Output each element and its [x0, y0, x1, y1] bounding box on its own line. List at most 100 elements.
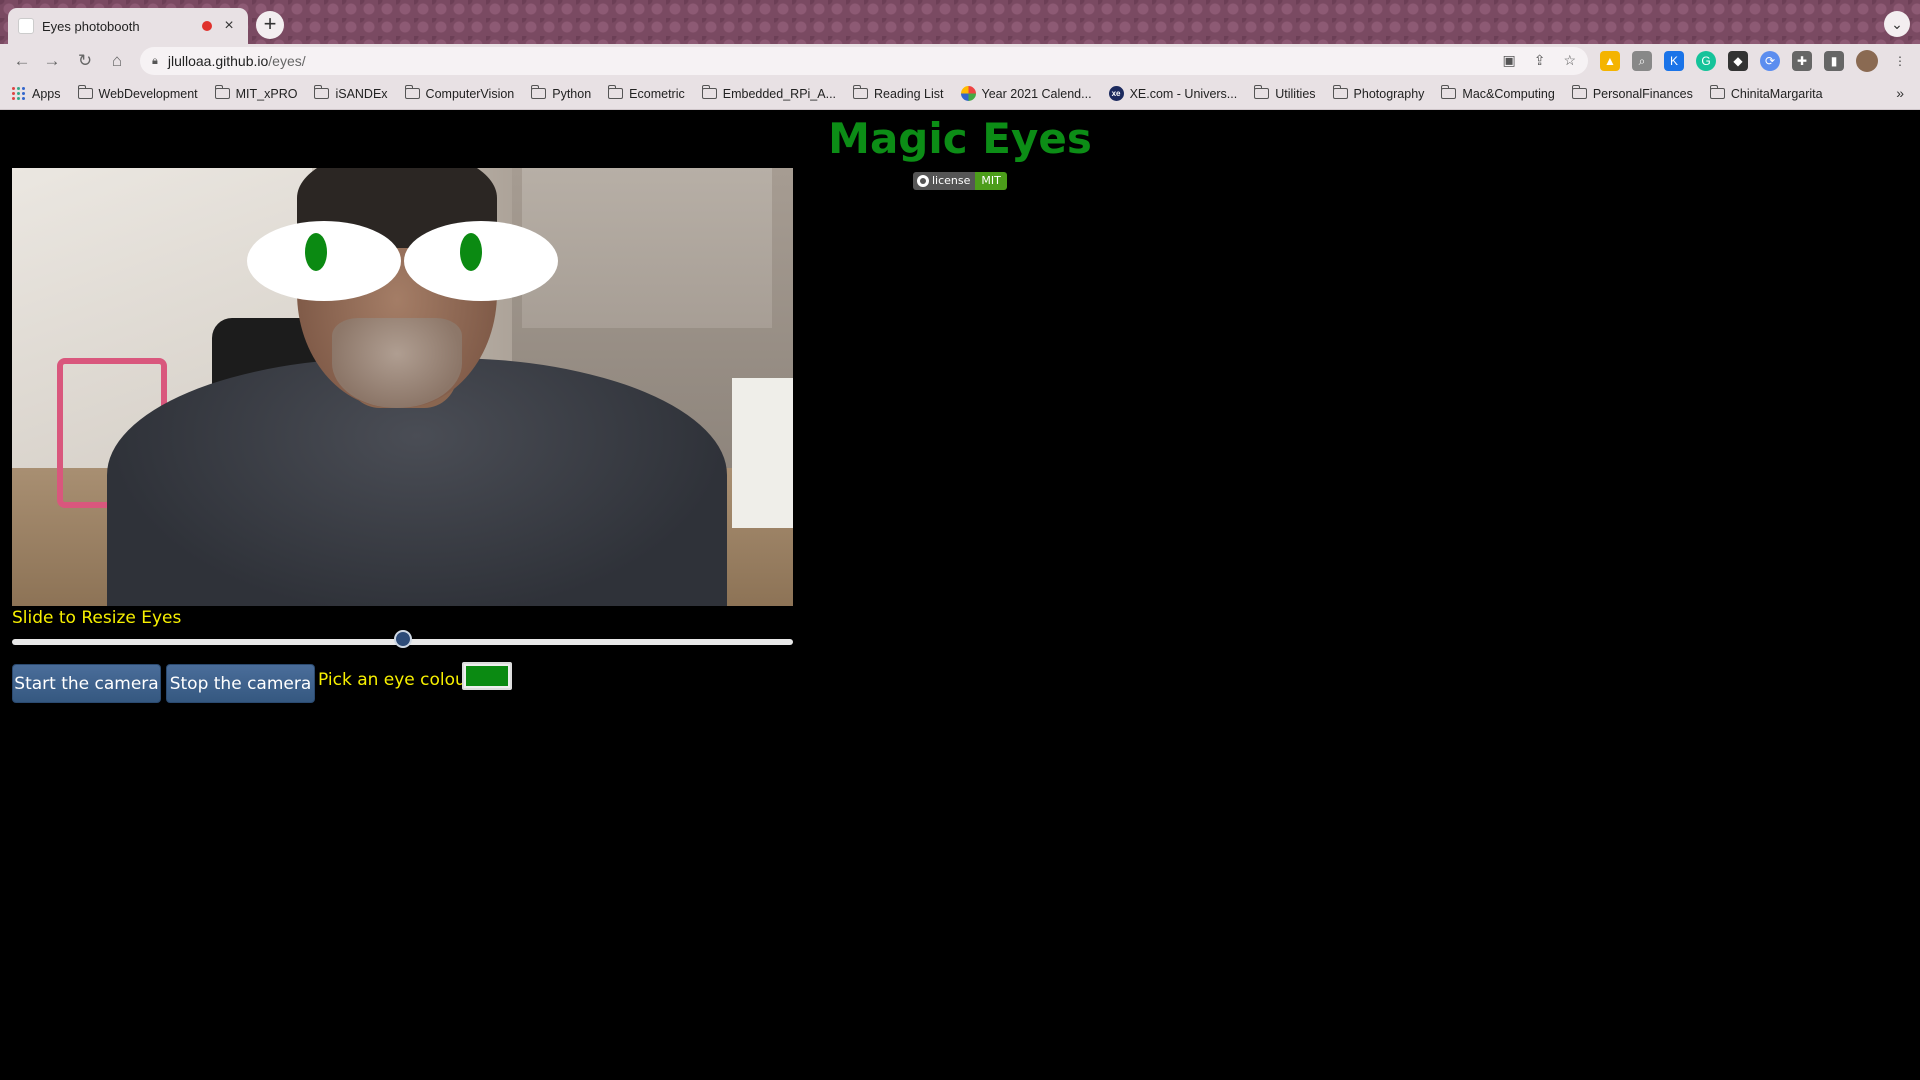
camera-icon[interactable]: ▣ — [1502, 52, 1515, 69]
folder-icon — [1332, 85, 1348, 99]
page-content: Magic Eyes license MIT Slide to Resize E… — [0, 111, 1920, 1080]
bookmark-item[interactable]: Utilities — [1254, 85, 1316, 101]
puzzle-icon[interactable]: ✚ — [1792, 51, 1812, 71]
right-pupil — [460, 233, 482, 271]
grammarly-icon[interactable]: G — [1696, 51, 1716, 71]
bookmark-label: ComputerVision — [425, 86, 515, 101]
camera-feed — [12, 168, 793, 606]
reload-button[interactable]: ↻ — [73, 49, 97, 73]
slider-label: Slide to Resize Eyes — [12, 608, 182, 628]
bookmark-label: Python — [552, 86, 592, 101]
bookmark-item[interactable]: WebDevelopment — [77, 85, 198, 101]
sidepanel-icon[interactable]: ▮ — [1824, 51, 1844, 71]
bookmark-item[interactable]: Reading List — [853, 85, 944, 101]
bookmark-item[interactable]: iSANDEx — [314, 85, 388, 101]
bookmark-item[interactable]: xe XE.com - Univers... — [1108, 86, 1237, 101]
zoom-icon[interactable]: ⌕ — [1632, 51, 1652, 71]
cube-icon[interactable]: ◆ — [1728, 51, 1748, 71]
bookmark-label: Apps — [32, 86, 61, 101]
left-pupil — [305, 233, 327, 271]
bookmark-label: Embedded_RPi_A... — [722, 86, 837, 101]
bookmark-item[interactable]: ChinitaMargarita — [1709, 85, 1823, 101]
k-icon[interactable]: K — [1664, 51, 1684, 71]
person-beard — [332, 318, 462, 408]
calendar-site-icon — [960, 86, 976, 101]
bookmark-item[interactable]: ComputerVision — [404, 85, 515, 101]
bookmark-item[interactable]: Embedded_RPi_A... — [701, 85, 837, 101]
bookmark-item[interactable]: Mac&Computing — [1441, 85, 1555, 101]
star-icon[interactable]: ☆ — [1563, 52, 1576, 69]
folder-icon — [1254, 85, 1270, 99]
eye-colour-picker[interactable] — [462, 662, 512, 690]
eye-colour-swatch — [466, 666, 508, 686]
menu-icon[interactable]: ⋮ — [1890, 51, 1910, 71]
xe-site-icon: xe — [1108, 86, 1124, 101]
tab-title: Eyes photobooth — [42, 18, 140, 34]
bookmark-label: Utilities — [1275, 86, 1316, 101]
folder-icon — [314, 85, 330, 99]
eye-size-slider-thumb[interactable] — [393, 630, 412, 648]
bookmark-label: iSANDEx — [335, 86, 388, 101]
browser-toolbar: ← → ↻ ⌂ 🔒︎ jlulloaa.github.io/eyes/ ▣ ⇪ … — [0, 44, 1920, 78]
tab-strip: Eyes photobooth × + ⌄ — [0, 0, 1920, 44]
bookmarks-bar: Apps WebDevelopment MIT_xPRO iSANDEx Compute… — [0, 78, 1920, 110]
bookmark-label: Ecometric — [629, 86, 685, 101]
close-tab-icon[interactable]: × — [220, 17, 238, 35]
bookmark-label: Mac&Computing — [1462, 86, 1555, 101]
folder-icon — [701, 85, 717, 99]
page-favicon-icon — [18, 18, 34, 34]
page-title: Magic Eyes — [828, 114, 1092, 163]
folder-icon — [404, 85, 420, 99]
folder-icon — [531, 85, 547, 99]
license-badge[interactable]: license MIT — [913, 172, 1007, 190]
url-path: /eyes/ — [268, 53, 306, 69]
bookmark-label: WebDevelopment — [98, 86, 198, 101]
home-button[interactable]: ⌂ — [105, 49, 129, 73]
folder-icon — [1709, 85, 1725, 99]
start-camera-button[interactable]: Start the camera — [12, 664, 161, 703]
url-host: jlulloaa.github.io — [167, 53, 269, 69]
bookmark-item[interactable]: Python — [531, 85, 592, 101]
lock-icon: 🔒︎ — [152, 54, 158, 67]
bookmark-item[interactable]: Ecometric — [608, 85, 685, 101]
bookmark-item[interactable]: Year 2021 Calend... — [960, 86, 1092, 101]
apps-icon — [12, 86, 26, 101]
google-drive-icon[interactable]: ▲ — [1600, 51, 1620, 71]
bookmarks-overflow-icon[interactable]: » — [1896, 85, 1904, 101]
scene-shelf — [732, 378, 793, 528]
extensions-bar: ▲ ⌕ K G ◆ ⟳ ✚ ▮ ⋮ — [1600, 50, 1910, 72]
bookmark-label: PersonalFinances — [1592, 86, 1693, 101]
bookmark-label: Photography — [1353, 86, 1425, 101]
bookmark-item[interactable]: Apps — [12, 86, 61, 101]
share-icon[interactable]: ⇪ — [1534, 52, 1546, 69]
tab-search-button[interactable]: ⌄ — [1884, 11, 1910, 37]
sync-icon[interactable]: ⟳ — [1760, 51, 1780, 71]
folder-icon — [608, 85, 624, 99]
scene-window-blind — [522, 168, 772, 328]
tab-eyes-photobooth[interactable]: Eyes photobooth × — [8, 8, 248, 44]
bookmark-label: MIT_xPRO — [235, 86, 298, 101]
folder-icon — [853, 85, 869, 99]
bookmark-label: Reading List — [874, 86, 944, 101]
profile-avatar[interactable] — [1856, 50, 1878, 72]
bookmark-item[interactable]: MIT_xPRO — [214, 85, 298, 101]
bookmark-item[interactable]: PersonalFinances — [1571, 85, 1693, 101]
bookmark-label: Year 2021 Calend... — [981, 86, 1092, 101]
badge-value: MIT — [975, 172, 1007, 190]
back-button[interactable]: ← — [10, 49, 34, 73]
folder-icon — [1441, 85, 1457, 99]
left-eye-overlay — [247, 221, 401, 301]
forward-button[interactable]: → — [40, 49, 64, 73]
badge-label: license — [932, 174, 971, 187]
folder-icon — [214, 85, 230, 99]
folder-icon — [1571, 85, 1587, 99]
github-icon — [917, 175, 929, 187]
right-eye-overlay — [404, 221, 558, 301]
bookmark-label: ChinitaMargarita — [1730, 86, 1823, 101]
new-tab-button[interactable]: + — [256, 11, 284, 39]
stop-camera-button[interactable]: Stop the camera — [166, 664, 315, 703]
eye-colour-label: Pick an eye colour: — [318, 670, 479, 690]
bookmark-item[interactable]: Photography — [1332, 85, 1425, 101]
address-bar[interactable]: 🔒︎ jlulloaa.github.io/eyes/ ▣ ⇪ ☆ — [140, 47, 1588, 75]
folder-icon — [77, 85, 93, 99]
